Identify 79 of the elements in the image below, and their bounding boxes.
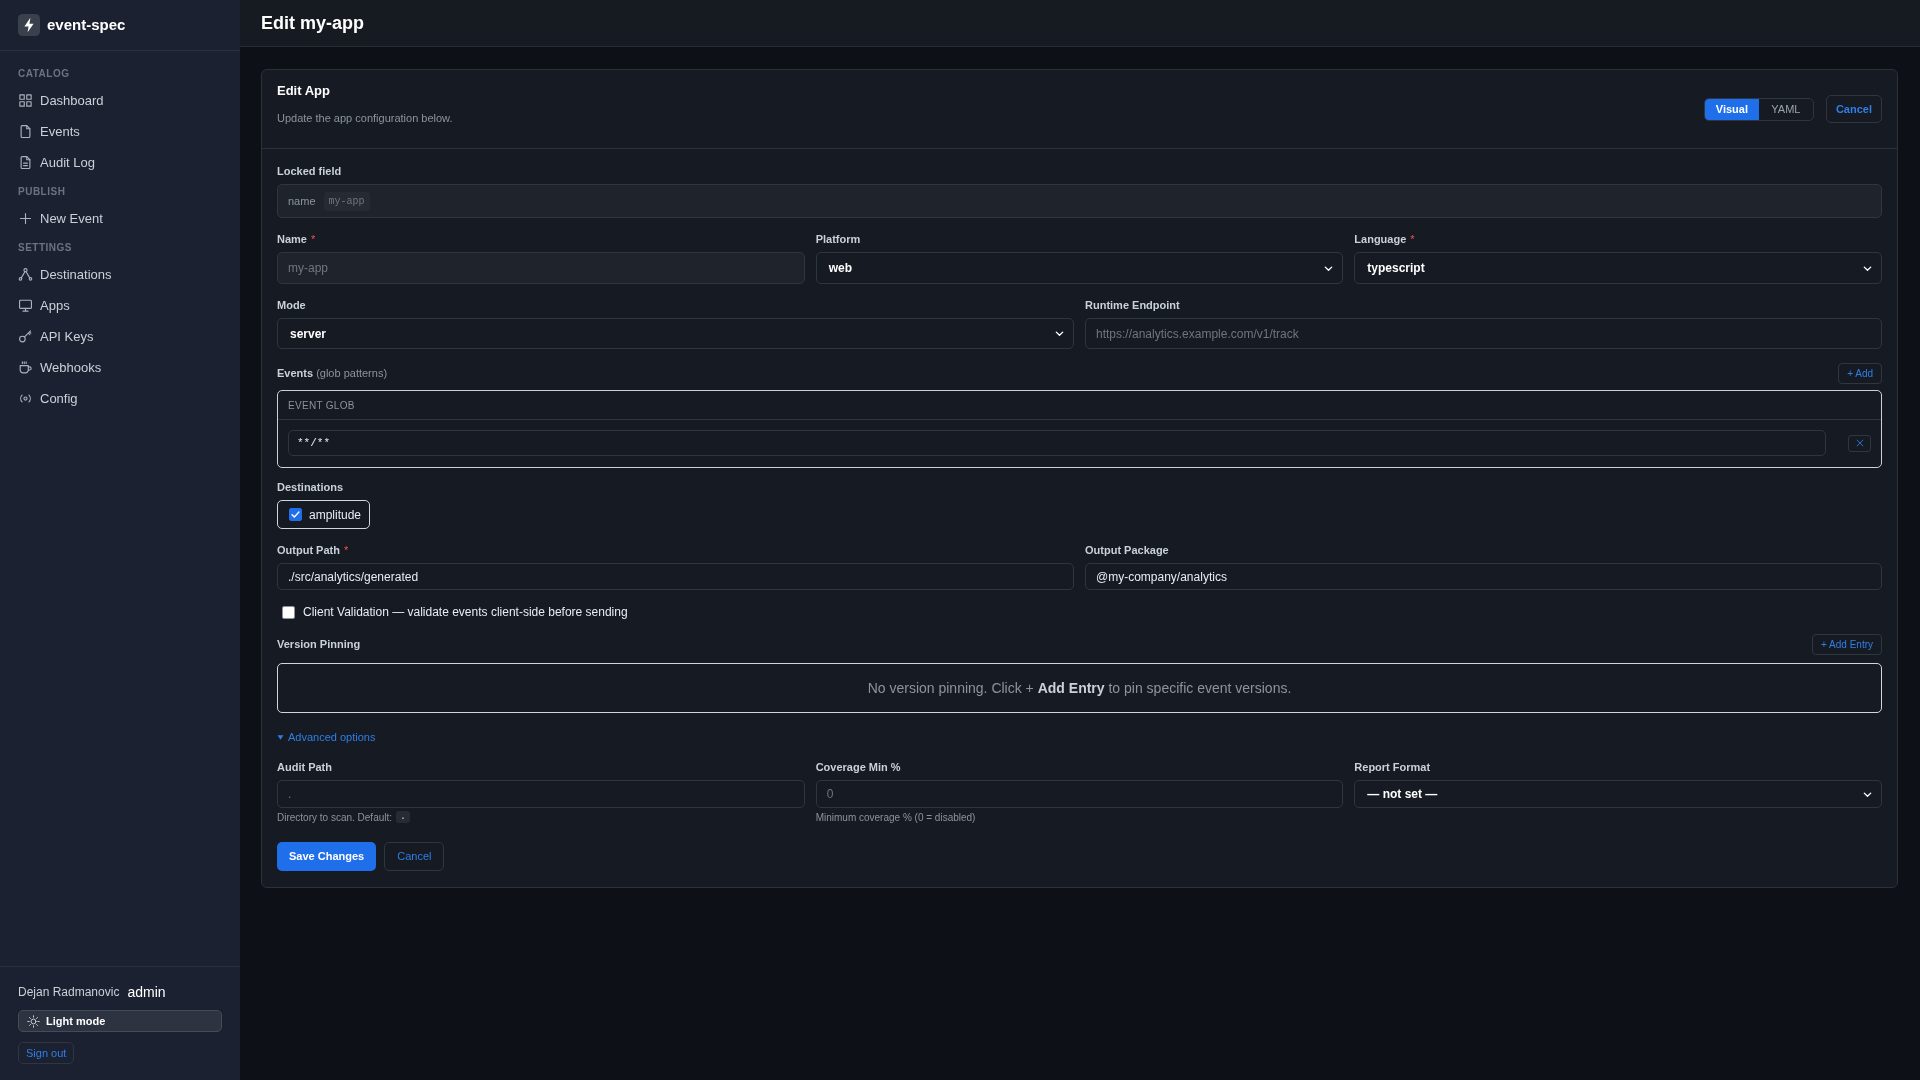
nav-item[interactable]: Dashboard xyxy=(18,85,222,116)
select-field[interactable]: server xyxy=(277,318,1074,349)
select-field[interactable]: — not set — xyxy=(1354,780,1882,808)
add-button[interactable]: + Add xyxy=(1838,363,1882,384)
user-role: admin xyxy=(127,982,166,1002)
field-label: Output Package xyxy=(1085,542,1169,558)
field-value: my-app xyxy=(323,191,370,211)
sun-icon xyxy=(27,1014,40,1028)
document-lines-icon xyxy=(18,155,33,170)
field-label: Platform xyxy=(815,231,861,247)
nodes-icon xyxy=(18,267,33,282)
section-label: CATALOG xyxy=(18,67,71,81)
required-mark: * xyxy=(310,231,316,247)
nav-item[interactable]: Audit Log xyxy=(18,147,222,178)
view-tab[interactable]: Visual xyxy=(1704,98,1759,120)
section-label: SETTINGS xyxy=(18,241,73,255)
select-field[interactable]: web xyxy=(815,252,1344,284)
app-brand: event-spec xyxy=(47,14,126,35)
field-label: Runtime Endpoint xyxy=(1085,297,1180,313)
field-key: name xyxy=(288,192,316,210)
input-field[interactable]: 0 xyxy=(815,780,1344,808)
card-subtitle: Update the app configuration below. xyxy=(277,111,453,126)
nav-item[interactable]: Destinations xyxy=(18,259,222,290)
checkbox-label: Client Validation — validate events client-side before sending xyxy=(303,604,628,621)
hint-text: Directory to scan. Default: xyxy=(277,810,393,825)
document-icon xyxy=(18,124,33,139)
checkbox[interactable] xyxy=(282,605,295,619)
field-label: Name xyxy=(277,231,307,247)
bolt-icon xyxy=(18,14,40,36)
nav-item[interactable]: Apps xyxy=(18,290,222,321)
field-label: Output Path xyxy=(277,542,340,558)
destination-option[interactable]: amplitude xyxy=(277,500,371,529)
field-label: Language xyxy=(1354,231,1407,247)
required-mark: * xyxy=(1410,231,1415,247)
field-label: Audit Path xyxy=(277,759,332,775)
add-entry-button[interactable]: + Add Entry xyxy=(1812,634,1882,655)
cup-icon xyxy=(18,360,33,375)
field-label: Mode xyxy=(277,297,306,313)
field-label: Version Pinning xyxy=(277,637,361,653)
select-field[interactable]: typescript xyxy=(1354,252,1882,284)
nav-item[interactable]: API Keys xyxy=(18,321,222,352)
field-label: Destinations xyxy=(277,479,343,495)
cancel-button[interactable]: Cancel xyxy=(1825,95,1882,123)
input-field[interactable]: . xyxy=(277,780,805,808)
grid-icon xyxy=(18,93,33,108)
nav-item[interactable]: Events xyxy=(18,116,222,147)
inline-code: . xyxy=(396,811,411,823)
plus-icon xyxy=(18,211,33,226)
required-mark: * xyxy=(343,542,349,558)
nav-item[interactable]: Webhooks xyxy=(18,352,222,383)
input-field[interactable]: **/** xyxy=(288,430,1826,456)
checkbox[interactable] xyxy=(289,508,302,521)
page-title: Edit my-app xyxy=(261,11,364,35)
key-icon xyxy=(18,329,33,344)
card-title: Edit App xyxy=(277,82,331,99)
remove-button[interactable] xyxy=(1848,434,1871,452)
field-label: Report Format xyxy=(1354,759,1431,775)
view-tab[interactable]: YAML xyxy=(1758,98,1813,120)
column-header: EVENT GLOB xyxy=(288,398,355,413)
field-label: Locked field xyxy=(277,163,342,179)
field-label: Coverage Min % xyxy=(815,759,901,775)
nav-item[interactable]: New Event xyxy=(18,203,222,234)
monitor-icon xyxy=(18,298,33,313)
sign-out-button[interactable]: Sign out xyxy=(18,1042,75,1064)
save-button[interactable]: Save Changes xyxy=(277,842,377,871)
section-label: PUBLISH xyxy=(18,185,67,199)
input-field[interactable]: ./src/analytics/generated xyxy=(277,563,1074,590)
close-icon xyxy=(1854,438,1865,448)
input-field[interactable]: @my-company/analytics xyxy=(1085,563,1882,590)
advanced-options-toggle[interactable]: Advanced options xyxy=(277,729,376,745)
input-field[interactable]: https://analytics.example.com/v1/track xyxy=(1085,318,1882,349)
chevron-down-icon xyxy=(1054,328,1065,339)
nav-item[interactable]: Config xyxy=(18,383,222,414)
empty-state-text: No version pinning. Click + Add Entry to pin specific event versions. xyxy=(867,678,1292,698)
hint-text: Minimum coverage % (0 = disabled) xyxy=(815,810,976,825)
cancel-button[interactable]: Cancel xyxy=(384,842,445,871)
theme-toggle-button[interactable]: Light mode xyxy=(18,1010,222,1032)
user-name: Dejan Radmanovic xyxy=(18,984,120,1001)
field-label: Events (glob patterns) xyxy=(277,366,388,382)
